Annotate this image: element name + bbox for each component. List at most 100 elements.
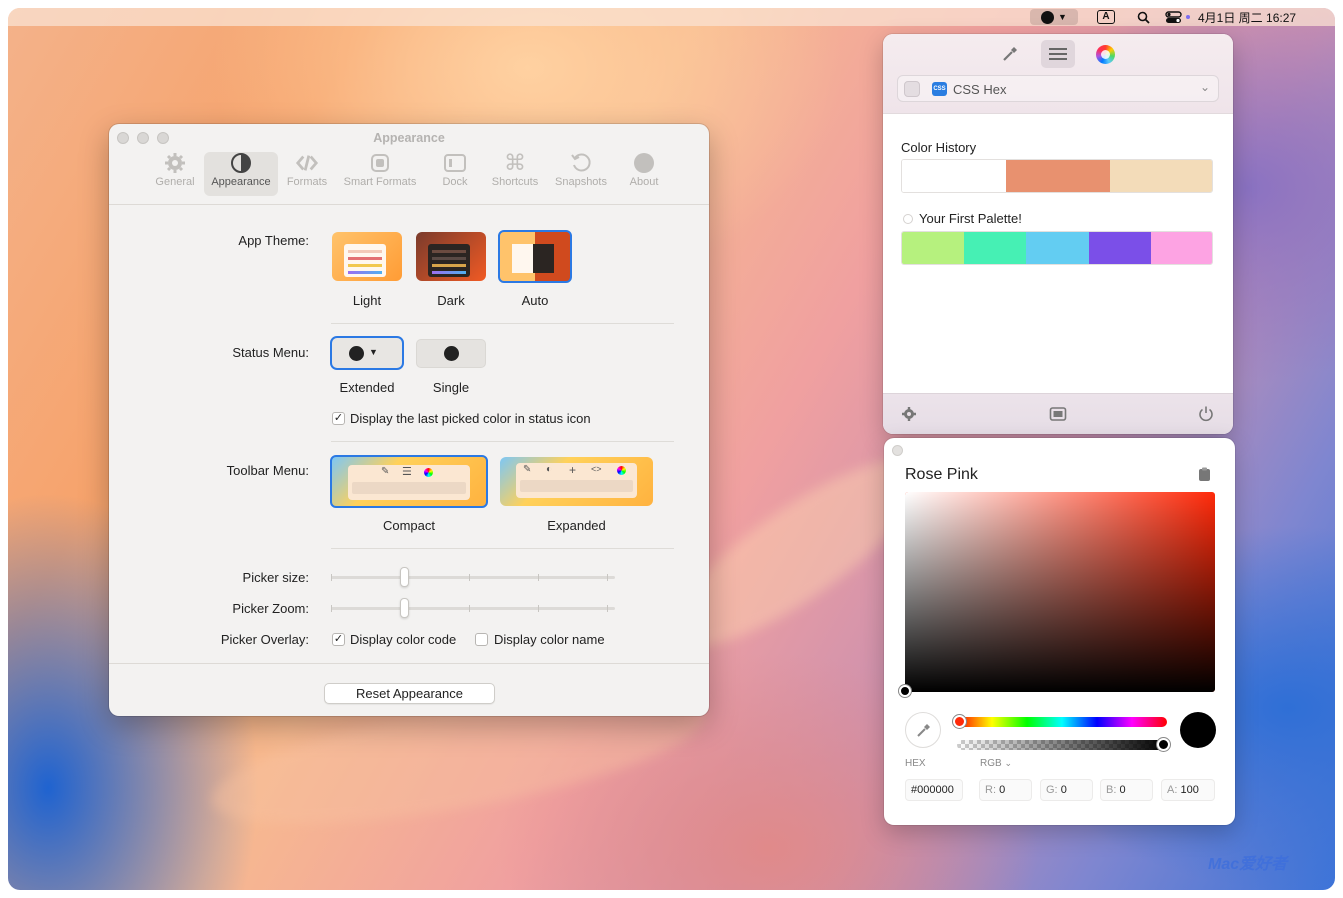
- tab-label: General: [155, 176, 195, 188]
- css-badge-icon: CSS: [932, 82, 947, 96]
- window-panel-icon[interactable]: [1049, 406, 1067, 427]
- status-menu-label: Status Menu:: [232, 345, 309, 360]
- tab-general[interactable]: General: [151, 152, 199, 196]
- chevron-down-icon: ▼: [1058, 12, 1067, 22]
- reset-appearance-button[interactable]: Reset Appearance: [324, 683, 495, 704]
- spotlight-search-icon[interactable]: [1135, 9, 1151, 25]
- tab-appearance[interactable]: Appearance: [204, 152, 278, 196]
- smart-format-icon: [368, 152, 392, 174]
- status-menu-option-extended[interactable]: ▼: [330, 336, 404, 370]
- toolbar-option-compact[interactable]: ✎ ☰: [330, 455, 488, 508]
- clipboard-icon[interactable]: [1198, 467, 1211, 487]
- palette-radio-icon[interactable]: [903, 214, 913, 224]
- display-color-name-checkbox[interactable]: [475, 633, 488, 646]
- history-swatch[interactable]: [1006, 160, 1110, 192]
- red-input[interactable]: R: 0: [979, 779, 1032, 801]
- menu-list-button[interactable]: [1041, 40, 1075, 68]
- tab-label: Shortcuts: [491, 176, 539, 188]
- half-circle-icon: ◐: [546, 464, 553, 475]
- info-circle-icon: [632, 152, 656, 174]
- hue-slider[interactable]: [953, 715, 1167, 728]
- picker-size-slider[interactable]: [331, 567, 615, 587]
- sv-cursor[interactable]: [899, 685, 911, 697]
- tab-label: Snapshots: [555, 176, 607, 188]
- green-value: 0: [1060, 784, 1067, 796]
- palette-swatch[interactable]: [964, 232, 1026, 264]
- theme-preview-card: [428, 244, 470, 277]
- slider-knob[interactable]: [399, 598, 409, 618]
- color-history-strip: [901, 159, 1213, 193]
- blue-input[interactable]: B: 0: [1100, 779, 1153, 801]
- palette-swatch[interactable]: [1026, 232, 1089, 264]
- footer-divider: [109, 663, 709, 664]
- tab-shortcuts[interactable]: ⌘ Shortcuts: [487, 150, 543, 196]
- blue-label: B:: [1106, 784, 1117, 796]
- display-color-code-checkbox[interactable]: ✓: [332, 633, 345, 646]
- toolbar-menu-label: Toolbar Menu:: [226, 463, 309, 478]
- menubar-clock[interactable]: 4月1日 周二 16:27: [1198, 9, 1328, 25]
- tab-dock[interactable]: Dock: [437, 152, 473, 196]
- tab-smart-formats[interactable]: Smart Formats: [339, 152, 421, 196]
- hex-input[interactable]: #000000: [905, 779, 963, 801]
- control-center-icon[interactable]: [1162, 9, 1192, 25]
- history-swatch[interactable]: [902, 160, 1006, 192]
- picker-zoom-slider[interactable]: [331, 598, 615, 618]
- palette-swatch[interactable]: [1151, 232, 1212, 264]
- theme-option-dark[interactable]: [416, 232, 486, 281]
- chevron-down-icon: ⌄: [1004, 758, 1012, 768]
- gear-icon[interactable]: [901, 406, 917, 427]
- theme-option-auto[interactable]: [498, 230, 572, 283]
- tab-snapshots[interactable]: Snapshots: [551, 152, 611, 196]
- theme-option-light[interactable]: [332, 232, 402, 281]
- datetime-label: 4月1日 周二 16:27: [1198, 10, 1297, 25]
- copy-format-icon: [904, 81, 920, 97]
- hue-slider-knob[interactable]: [953, 715, 966, 728]
- saturation-brightness-area[interactable]: [899, 492, 1215, 697]
- hex-value: #000000: [911, 784, 954, 796]
- section-divider: [331, 548, 674, 549]
- input-source-indicator[interactable]: A: [1095, 9, 1117, 25]
- picker-zoom-label: Picker Zoom:: [232, 601, 309, 616]
- window-title: Appearance: [373, 131, 445, 145]
- toolbar-option-expanded[interactable]: ✎ ◐ + <>: [500, 457, 653, 506]
- eyedropper-icon: ✎: [381, 466, 390, 477]
- color-dot-icon: [1041, 10, 1055, 24]
- app-theme-label: App Theme:: [238, 233, 309, 248]
- alpha-input[interactable]: A: 100: [1161, 779, 1215, 801]
- tab-label: Formats: [286, 176, 328, 188]
- last-color-checkbox[interactable]: ✓: [332, 412, 345, 425]
- input-source-label: A: [1097, 10, 1115, 24]
- brightness-overlay: [905, 492, 1215, 692]
- dock-icon: [443, 152, 467, 174]
- color-model-select[interactable]: RGB ⌄: [980, 758, 1012, 769]
- eyedropper-icon[interactable]: [1000, 44, 1020, 64]
- close-panel-button[interactable]: [892, 445, 903, 456]
- tab-formats[interactable]: Formats: [284, 152, 330, 196]
- status-menu-option-single[interactable]: [416, 339, 486, 368]
- section-divider: [331, 323, 674, 324]
- chevron-down-icon: ⌄: [1199, 80, 1210, 94]
- menu-bar: ▼ A 4月1日 周二 16:27: [8, 8, 1335, 26]
- slider-tick: [538, 574, 539, 581]
- hex-label: HEX: [905, 758, 926, 769]
- power-icon[interactable]: [1198, 405, 1214, 427]
- eyedropper-button[interactable]: [905, 712, 941, 748]
- toolbar-caption-expanded: Expanded: [547, 518, 606, 533]
- status-caption-extended: Extended: [339, 380, 395, 395]
- history-swatch[interactable]: [1110, 160, 1212, 192]
- palette-swatch[interactable]: [902, 232, 964, 264]
- toolbar-preview-card: ✎ ☰: [348, 465, 470, 500]
- tab-about[interactable]: About: [624, 152, 664, 196]
- alpha-label: A:: [1167, 784, 1178, 796]
- format-select[interactable]: CSS CSS Hex ⌄: [897, 75, 1219, 102]
- alpha-value: 100: [1180, 784, 1199, 796]
- slider-tick: [469, 574, 470, 581]
- green-input[interactable]: G: 0: [1040, 779, 1093, 801]
- display-color-name-label: Display color name: [494, 632, 605, 647]
- color-wheel-icon[interactable]: [1096, 45, 1115, 64]
- status-menu-button[interactable]: ▼: [1030, 9, 1078, 25]
- slider-knob[interactable]: [399, 567, 409, 587]
- palette-swatch[interactable]: [1089, 232, 1151, 264]
- alpha-slider-knob[interactable]: [1157, 738, 1170, 751]
- alpha-slider[interactable]: [957, 738, 1170, 751]
